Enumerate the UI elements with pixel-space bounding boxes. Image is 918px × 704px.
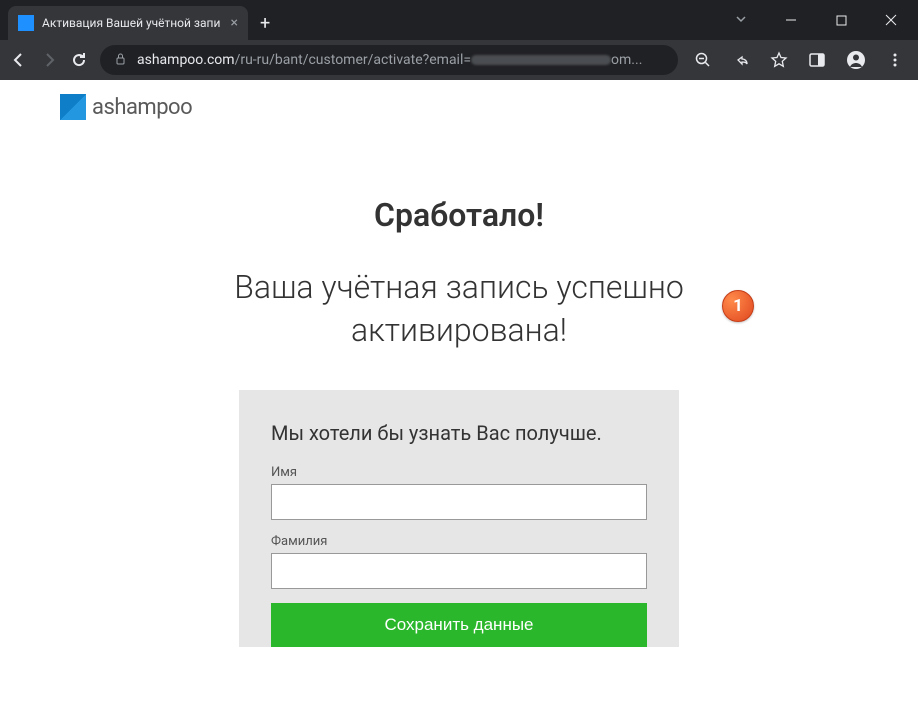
browser-tab[interactable]: Активация Вашей учётной запи × — [8, 6, 248, 40]
first-name-label: Имя — [271, 465, 647, 480]
url-text: ashampoo.com/ru-ru/bant/customer/activat… — [137, 52, 664, 68]
first-name-input[interactable] — [271, 484, 647, 520]
browser-address-bar: ashampoo.com/ru-ru/bant/customer/activat… — [0, 40, 918, 80]
share-icon[interactable] — [728, 51, 754, 69]
tab-title: Активация Вашей учётной запи — [42, 16, 223, 30]
profile-icon[interactable] — [842, 50, 870, 70]
zoom-icon[interactable] — [690, 51, 716, 69]
form-intro-text: Мы хотели бы узнать Вас получше. — [271, 420, 647, 447]
last-name-label: Фамилия — [271, 534, 647, 549]
main-content: Сработало! Ваша учётная запись успешно а… — [0, 134, 918, 647]
browser-tab-bar: Активация Вашей учётной запи × + — [0, 0, 918, 40]
tabs-dropdown-icon[interactable] — [718, 3, 764, 38]
tab-favicon-icon — [18, 15, 34, 31]
nav-reload-button[interactable] — [70, 51, 88, 69]
site-header: ashampoo — [0, 80, 918, 134]
save-button[interactable]: Сохранить данные — [271, 603, 647, 647]
url-bar[interactable]: ashampoo.com/ru-ru/bant/customer/activat… — [100, 45, 678, 75]
window-close-button[interactable] — [868, 4, 914, 36]
last-name-input[interactable] — [271, 553, 647, 589]
window-maximize-button[interactable] — [818, 4, 864, 36]
window-controls — [718, 0, 918, 40]
brand-name: ashampoo — [92, 95, 192, 120]
annotation-badge: 1 — [722, 290, 754, 322]
window-minimize-button[interactable] — [768, 4, 814, 36]
bookmark-star-icon[interactable] — [766, 51, 792, 69]
new-tab-button[interactable]: + — [248, 7, 282, 40]
page-subtitle: Ваша учётная запись успешно активирована… — [159, 266, 759, 352]
profile-form: Мы хотели бы узнать Вас получше. Имя Фам… — [239, 390, 679, 647]
page-content: ashampoo Сработало! Ваша учётная запись … — [0, 80, 918, 704]
lock-icon — [114, 52, 127, 69]
page-title: Сработало! — [0, 196, 918, 234]
nav-back-button[interactable] — [10, 51, 28, 69]
side-panel-icon[interactable] — [804, 51, 830, 69]
tab-close-icon[interactable]: × — [231, 15, 238, 31]
nav-forward-button[interactable] — [40, 51, 58, 69]
brand-logo-icon — [60, 94, 86, 120]
menu-dots-icon[interactable] — [882, 51, 908, 69]
